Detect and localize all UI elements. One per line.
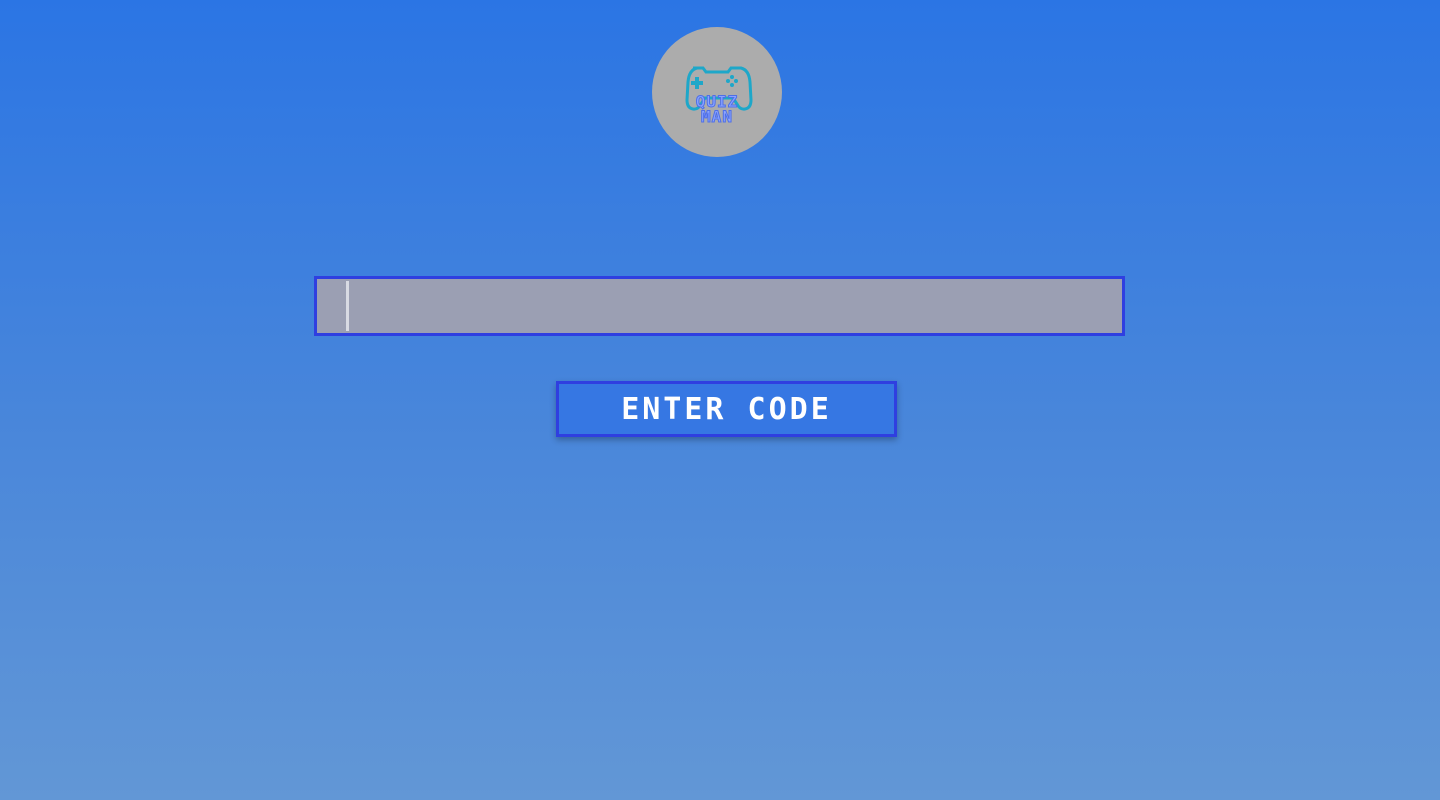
logo-text-line2: MAN [701,107,733,126]
enter-code-button[interactable]: ENTER CODE [556,381,897,437]
gamepad-icon: QUIZ MAN [685,66,753,127]
code-input[interactable] [317,279,1122,333]
app-logo: QUIZ MAN [652,27,782,157]
text-caret [346,281,349,331]
code-input-container [314,276,1125,336]
